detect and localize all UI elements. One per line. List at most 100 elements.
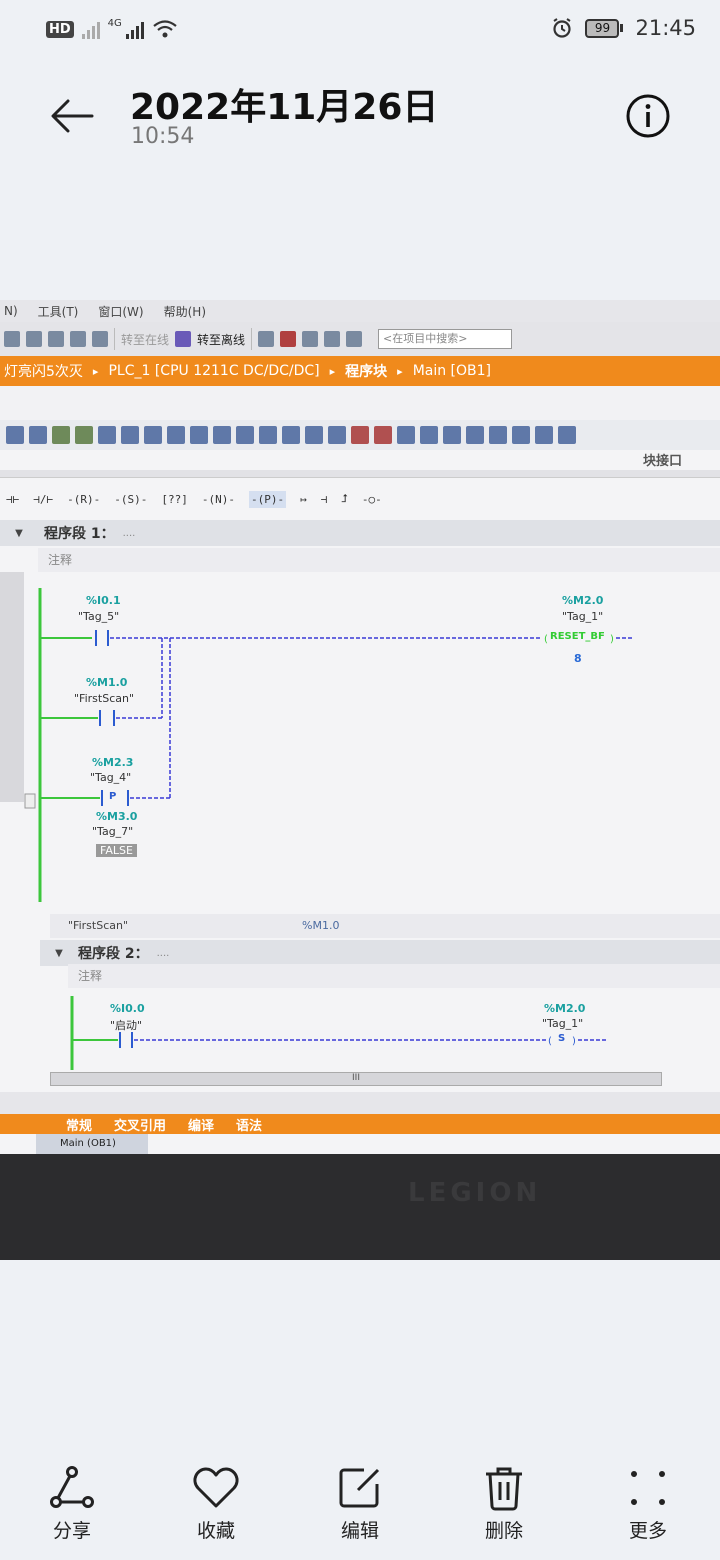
editor-tab-main: Main (OB1): [36, 1134, 148, 1154]
inspector-tabs: 常规 交叉引用 编译 语法: [0, 1114, 720, 1134]
footer-address: %M1.0: [302, 919, 340, 932]
more-button[interactable]: 更多: [598, 1460, 698, 1543]
edit-icon: [339, 1468, 380, 1508]
editor-bottom-border: [0, 1092, 720, 1114]
breadcrumb-plc: PLC_1 [CPU 1211C DC/DC/DC]: [108, 363, 320, 379]
branch-up-button: ⮥: [341, 492, 348, 505]
no-contact-button: ⊣⊢: [6, 492, 20, 506]
battery-level: 99: [585, 18, 620, 38]
contact-1-address: %I0.1: [86, 594, 121, 607]
menu-item: 帮助(H): [163, 304, 206, 319]
contact-4-address: %M3.0: [96, 810, 138, 823]
tab-general: 常规: [66, 1118, 93, 1134]
breadcrumb: 灯亮闪5次灭 ▸ PLC_1 [CPU 1211C DC/DC/DC] ▸ 程序块 ▸…: [0, 356, 720, 386]
neg-edge-button: -(N)-: [201, 492, 235, 506]
reset-coil-button: -(R)-: [67, 492, 101, 506]
horizontal-scrollbar[interactable]: III: [50, 1072, 662, 1086]
laptop-brand: LEGION: [408, 1178, 542, 1208]
contact-4-tag: "Tag_7": [92, 825, 134, 838]
edit-label: 编辑: [340, 1520, 379, 1542]
info-button[interactable]: [624, 92, 672, 140]
svg-text:): ): [572, 1036, 576, 1047]
coil-right-paren: ): [610, 634, 614, 645]
network-1-footer: "FirstScan" %M1.0: [50, 914, 720, 938]
branch-close-button: ⊣: [320, 492, 328, 506]
go-offline-label: 转至离线: [197, 332, 246, 347]
net2-coil-address: %M2.0: [544, 1002, 586, 1015]
trash-icon: [486, 1467, 522, 1511]
share-icon: [50, 1466, 94, 1508]
menu-item: N): [4, 304, 18, 318]
network-2-dots: ....: [156, 947, 170, 959]
net2-coil-label: S: [558, 1033, 566, 1044]
share-button[interactable]: 分享: [22, 1460, 122, 1543]
empty-box-button: [??]: [161, 492, 188, 506]
coil-button: -○-: [361, 492, 382, 506]
network-1-dots: ....: [122, 527, 136, 539]
network-1-comment: 注释: [38, 548, 720, 572]
pos-edge-button: -(P)-: [249, 490, 287, 508]
tia-toolbar: 转至在线 转至离线 <在项目中搜索>: [0, 322, 720, 356]
status-time: 21:45: [635, 16, 696, 40]
net2-contact-tag: "启动": [110, 1019, 143, 1032]
tia-menu-bar: N) 工具(T) 窗口(W) 帮助(H): [0, 300, 720, 322]
breadcrumb-main: Main [OB1]: [412, 363, 492, 379]
wifi-icon: [153, 20, 177, 38]
ladder-network-2: ( ): [70, 996, 606, 1070]
photo-viewer[interactable]: N) 工具(T) 窗口(W) 帮助(H) 转至在线 转至离线 <在项目中搜索> …: [0, 300, 720, 1260]
page-subtitle: 10:54: [131, 124, 195, 149]
page-title: 2022年11月26日: [130, 87, 439, 128]
collapse-icon: ▼: [15, 527, 23, 539]
info-icon: [626, 94, 670, 138]
tab-compile: 编译: [188, 1118, 215, 1134]
edit-button[interactable]: 编辑: [310, 1460, 410, 1543]
collapse-icon: ▼: [55, 947, 63, 959]
editor-toolbar: [0, 420, 720, 450]
coil-tag: "Tag_1": [562, 610, 604, 623]
alarm-icon: [553, 18, 572, 38]
tab-syntax: 语法: [236, 1118, 263, 1134]
net2-contact-address: %I0.0: [110, 1002, 145, 1015]
status-right: 99 21:45: [551, 16, 696, 40]
ladder-instruction-bar: ⊣⊢ ⊣/⊢ -(R)- -(S)- [??] -(N)- -(P)- ↦ ⊣ …: [6, 484, 382, 514]
more-label: 更多: [628, 1520, 667, 1542]
block-interface-label: 块接口: [642, 454, 682, 469]
laptop-bezel: LEGION: [0, 1154, 720, 1260]
breadcrumb-blocks: 程序块: [345, 364, 388, 380]
favorite-label: 收藏: [196, 1520, 235, 1542]
favorite-button[interactable]: 收藏: [166, 1460, 266, 1543]
hd-badge: HD: [46, 20, 74, 38]
contact-3-address: %M2.3: [92, 756, 134, 769]
heart-icon: [193, 1467, 239, 1508]
network-1-title: 程序段 1：: [44, 526, 115, 542]
signal-icon-2: [125, 19, 144, 39]
network-2-comment: 注释: [68, 964, 720, 988]
branch-open-button: ↦: [300, 492, 307, 506]
menu-item: 工具(T): [37, 304, 79, 319]
breadcrumb-project: 灯亮闪5次灭: [4, 364, 83, 380]
set-coil-button: -(S)-: [114, 492, 148, 506]
pos-edge-label: P: [109, 791, 117, 802]
coil-left-paren: (: [544, 634, 548, 645]
delete-label: 删除: [484, 1520, 523, 1542]
signal-icon-1: [81, 19, 100, 39]
contact-3-tag: "Tag_4": [90, 771, 132, 784]
share-label: 分享: [52, 1520, 91, 1542]
tab-cross-ref: 交叉引用: [114, 1118, 167, 1134]
coil-count: 8: [574, 652, 582, 665]
network-2-title: 程序段 2：: [78, 946, 149, 962]
net2-coil-tag: "Tag_1": [542, 1017, 584, 1030]
bottom-action-bar: 分享 收藏 编辑 删除 更多: [0, 1460, 720, 1560]
more-icon: [631, 1471, 665, 1505]
contact-4-value: FALSE: [96, 844, 137, 857]
ladder-network-1: ( ): [0, 572, 632, 902]
battery-icon: 99: [585, 18, 624, 38]
delete-button[interactable]: 删除: [454, 1460, 554, 1543]
back-button[interactable]: [46, 90, 98, 142]
svg-text:(: (: [548, 1036, 552, 1047]
go-online-label: 转至在线: [121, 332, 170, 347]
status-left: HD 4G: [46, 18, 178, 40]
project-search-box: <在项目中搜索>: [378, 329, 513, 349]
coil-address: %M2.0: [562, 594, 604, 607]
nc-contact-button: ⊣/⊢: [33, 492, 54, 506]
